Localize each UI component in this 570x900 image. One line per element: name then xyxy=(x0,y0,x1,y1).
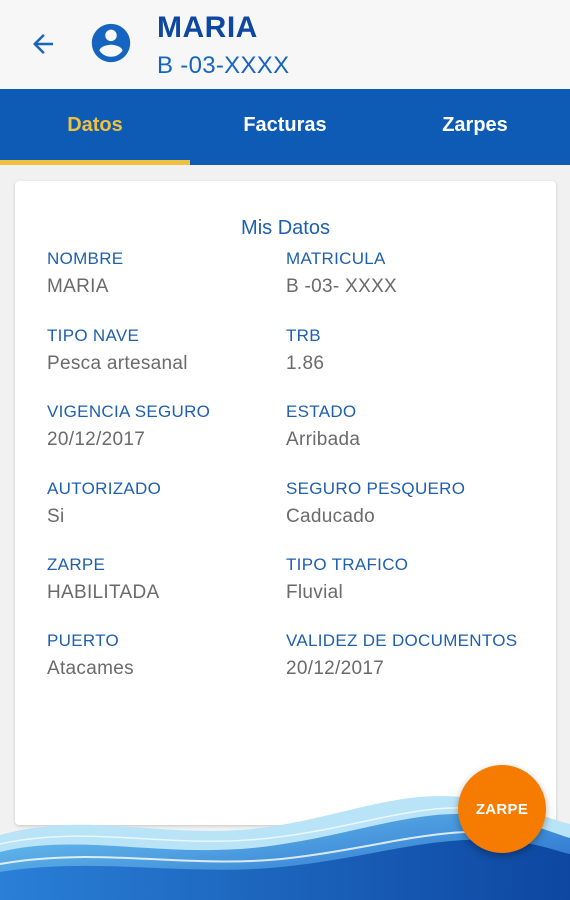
vessel-registration: B -03-XXXX xyxy=(157,52,290,79)
field-nombre: NOMBRE MARIA xyxy=(47,249,123,298)
account-circle-icon xyxy=(88,20,134,66)
app-header: MARIA B -03-XXXX xyxy=(0,0,570,89)
field-autorizado: AUTORIZADO Si xyxy=(47,479,161,528)
tab-zarpes[interactable]: Zarpes xyxy=(380,89,570,165)
field-label: TIPO TRAFICO xyxy=(286,555,409,574)
active-tab-indicator xyxy=(0,160,190,165)
field-label: PUERTO xyxy=(47,631,120,650)
arrow-back-icon xyxy=(33,34,53,54)
field-label: SEGURO PESQUERO xyxy=(286,479,466,498)
field-label: VALIDEZ DE DOCUMENTOS xyxy=(286,631,518,650)
field-value: Caducado xyxy=(286,506,376,527)
back-button[interactable] xyxy=(26,26,60,62)
field-validez-documentos: VALIDEZ DE DOCUMENTOS 20/12/2017 xyxy=(286,631,517,680)
field-matricula: MATRICULA B -03- XXXX xyxy=(286,249,397,298)
tab-datos[interactable]: Datos xyxy=(0,89,190,165)
field-tipo-nave: TIPO NAVE Pesca artesanal xyxy=(47,326,188,375)
field-label: TIPO NAVE xyxy=(47,326,140,345)
card-title: Mis Datos xyxy=(241,217,330,239)
field-value: Si xyxy=(47,506,65,527)
page-title: MARIA xyxy=(157,11,258,44)
tab-bar: Datos Facturas Zarpes xyxy=(0,89,570,165)
field-label: NOMBRE xyxy=(47,249,124,268)
field-seguro-pesquero: SEGURO PESQUERO Caducado xyxy=(286,479,465,528)
field-label: VIGENCIA SEGURO xyxy=(47,402,211,421)
field-value: 20/12/2017 xyxy=(286,658,385,679)
field-label: TRB xyxy=(286,326,321,345)
field-value: Pesca artesanal xyxy=(47,353,188,374)
field-label: MATRICULA xyxy=(286,249,386,268)
field-label: AUTORIZADO xyxy=(47,479,162,498)
field-value: Atacames xyxy=(47,658,134,679)
tab-label: Zarpes xyxy=(442,113,508,136)
field-value: 1.86 xyxy=(286,353,325,374)
field-value: Arribada xyxy=(286,429,361,450)
field-label: ESTADO xyxy=(286,402,357,421)
field-value: MARIA xyxy=(47,276,109,297)
field-puerto: PUERTO Atacames xyxy=(47,631,134,680)
field-label: ZARPE xyxy=(47,555,106,574)
data-card: Mis Datos NOMBRE MARIA MATRICULA B -03- … xyxy=(15,181,556,825)
tab-label: Facturas xyxy=(243,113,327,136)
field-tipo-trafico: TIPO TRAFICO Fluvial xyxy=(286,555,408,604)
tab-label: Datos xyxy=(67,113,123,136)
field-zarpe: ZARPE HABILITADA xyxy=(47,555,159,604)
zarpe-fab-button[interactable]: ZARPE xyxy=(458,765,546,853)
field-vigencia-seguro: VIGENCIA SEGURO 20/12/2017 xyxy=(47,402,210,451)
tab-facturas[interactable]: Facturas xyxy=(190,89,380,165)
field-estado: ESTADO Arribada xyxy=(286,402,360,451)
field-value: Fluvial xyxy=(286,582,344,603)
field-trb: TRB 1.86 xyxy=(286,326,324,375)
field-value: 20/12/2017 xyxy=(47,429,146,450)
field-value: B -03- XXXX xyxy=(286,276,398,297)
field-value: HABILITADA xyxy=(47,582,160,603)
